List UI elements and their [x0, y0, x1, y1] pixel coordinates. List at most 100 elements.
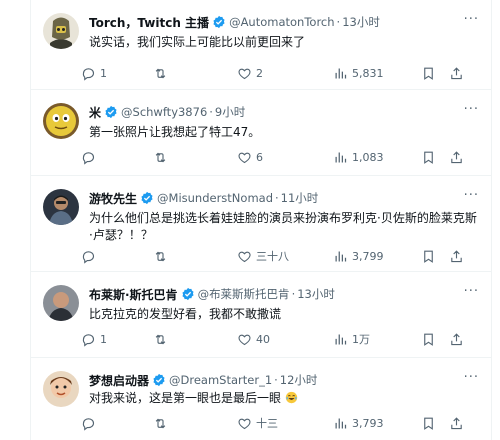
- reply-tweet[interactable]: Torch，Twitch 主播 @AutomatonTorch · 13小时 ·…: [31, 0, 491, 90]
- reply-tweet[interactable]: 米 @Schwfty3876 · 9小时 ··· 第一张照片让我想起了特工47。…: [31, 90, 491, 176]
- views-icon: [335, 418, 347, 428]
- reply-button[interactable]: [81, 147, 151, 167]
- action-bar: 十三 3,793: [81, 413, 487, 433]
- reply-icon: [82, 250, 94, 264]
- like-button[interactable]: 十三: [237, 413, 317, 433]
- bookmark-icon: [424, 67, 433, 80]
- verified-badge-icon: [182, 287, 194, 301]
- tweet-text: 说实话，我们实际上可能比以前更回来了: [89, 35, 306, 49]
- reply-button[interactable]: 1: [81, 329, 151, 349]
- like-button[interactable]: 40: [237, 329, 317, 349]
- reply-tweet[interactable]: 布莱斯·斯托巴肯 @布莱斯斯托巴肯 · 13小时 ··· 比克拉克的发型好看，我…: [31, 272, 491, 358]
- share-icon: [451, 150, 462, 163]
- views-button[interactable]: 3,799: [333, 246, 413, 266]
- heart-icon: [238, 152, 251, 163]
- avatar[interactable]: [43, 103, 79, 139]
- reply-tweet[interactable]: 梦想启动器 @DreamStarter_1 · 12小时 ··· 对我来说，这是…: [31, 358, 491, 440]
- bookmark-button[interactable]: [421, 413, 441, 433]
- retweet-button[interactable]: [153, 246, 223, 266]
- more-icon[interactable]: ···: [464, 188, 479, 203]
- author-name[interactable]: 游牧先生: [89, 190, 137, 207]
- author-handle[interactable]: @布莱斯斯托巴肯: [198, 286, 290, 302]
- reply-thread: Torch，Twitch 主播 @AutomatonTorch · 13小时 ·…: [30, 0, 492, 440]
- retweet-icon: [155, 251, 166, 261]
- timestamp[interactable]: 13小时: [297, 286, 335, 302]
- share-button[interactable]: [449, 329, 469, 349]
- share-button[interactable]: [449, 63, 469, 83]
- share-icon: [451, 332, 462, 345]
- view-count: 5,831: [352, 66, 384, 80]
- views-button[interactable]: 1万: [333, 329, 413, 349]
- author-name[interactable]: Torch，Twitch 主播: [89, 14, 209, 31]
- author-name[interactable]: 布莱斯·斯托巴肯: [89, 286, 178, 303]
- reply-count: 1: [100, 332, 107, 346]
- views-icon: [335, 251, 347, 261]
- share-icon: [451, 66, 462, 79]
- timestamp[interactable]: 11小时: [281, 190, 319, 206]
- author-handle[interactable]: @AutomatonTorch: [229, 15, 334, 29]
- more-icon[interactable]: ···: [464, 284, 479, 299]
- more-icon[interactable]: ···: [464, 12, 479, 27]
- share-button[interactable]: [449, 413, 469, 433]
- tweet-text: 比克拉克的发型好看，我都不敢撒谎: [89, 307, 282, 321]
- verified-badge-icon: [141, 191, 153, 205]
- reply-icon: [82, 417, 94, 431]
- bookmark-icon: [424, 333, 433, 346]
- action-bar: 1 40 1万: [81, 329, 487, 349]
- heart-icon: [238, 334, 251, 345]
- bookmark-button[interactable]: [421, 63, 441, 83]
- like-count: 6: [256, 150, 263, 164]
- reply-icon: [82, 67, 94, 81]
- views-button[interactable]: 3,793: [333, 413, 413, 433]
- bookmark-button[interactable]: [421, 329, 441, 349]
- like-count: 十三: [256, 417, 278, 430]
- avatar[interactable]: [43, 189, 79, 225]
- reply-button[interactable]: [81, 246, 151, 266]
- timestamp[interactable]: 9小时: [215, 104, 245, 120]
- share-button[interactable]: [449, 147, 469, 167]
- reply-tweet[interactable]: 游牧先生 @MisunderstNomad · 11小时 ··· 为什么他们总是…: [31, 176, 491, 272]
- avatar[interactable]: [43, 371, 79, 407]
- separator-dot: ·: [209, 105, 213, 119]
- author-name[interactable]: 梦想启动器: [89, 372, 149, 389]
- share-icon: [451, 249, 462, 262]
- retweet-icon: [155, 334, 166, 344]
- separator-dot: ·: [275, 191, 279, 205]
- bookmark-button[interactable]: [421, 246, 441, 266]
- reply-icon: [82, 151, 94, 165]
- retweet-button[interactable]: [153, 329, 223, 349]
- author-handle[interactable]: @MisunderstNomad: [157, 191, 273, 205]
- separator-dot: ·: [336, 15, 341, 29]
- more-icon[interactable]: ···: [464, 102, 479, 117]
- reply-button[interactable]: 1: [81, 63, 151, 83]
- more-icon[interactable]: ···: [464, 370, 479, 385]
- retweet-button[interactable]: [153, 147, 223, 167]
- separator-dot: ·: [274, 373, 278, 387]
- avatar[interactable]: [43, 285, 79, 321]
- separator-dot: ·: [291, 287, 296, 301]
- author-handle[interactable]: @Schwfty3876: [121, 105, 207, 119]
- action-bar: 三十八 3,799: [81, 246, 487, 266]
- like-count: 40: [256, 332, 270, 346]
- reply-button[interactable]: [81, 413, 151, 433]
- action-bar: 6 1,083: [81, 147, 487, 167]
- like-button[interactable]: 6: [237, 147, 317, 167]
- avatar[interactable]: [43, 13, 79, 49]
- bookmark-button[interactable]: [421, 147, 441, 167]
- bookmark-icon: [424, 250, 433, 263]
- like-button[interactable]: 三十八: [237, 246, 317, 266]
- author-handle[interactable]: @DreamStarter_1: [169, 373, 272, 387]
- verified-badge-icon: [153, 373, 165, 387]
- timestamp[interactable]: 12小时: [280, 372, 318, 388]
- like-button[interactable]: 2: [237, 63, 317, 83]
- views-button[interactable]: 1,083: [333, 147, 413, 167]
- view-count: 3,793: [352, 416, 384, 430]
- retweet-button[interactable]: [153, 413, 223, 433]
- views-button[interactable]: 5,831: [333, 63, 413, 83]
- retweet-button[interactable]: [153, 63, 223, 83]
- tweet-text: 对我来说，这是第一眼也是最后一眼: [89, 391, 282, 405]
- share-button[interactable]: [449, 246, 469, 266]
- share-icon: [451, 416, 462, 429]
- author-name[interactable]: 米: [89, 104, 101, 121]
- timestamp[interactable]: 13小时: [342, 14, 380, 30]
